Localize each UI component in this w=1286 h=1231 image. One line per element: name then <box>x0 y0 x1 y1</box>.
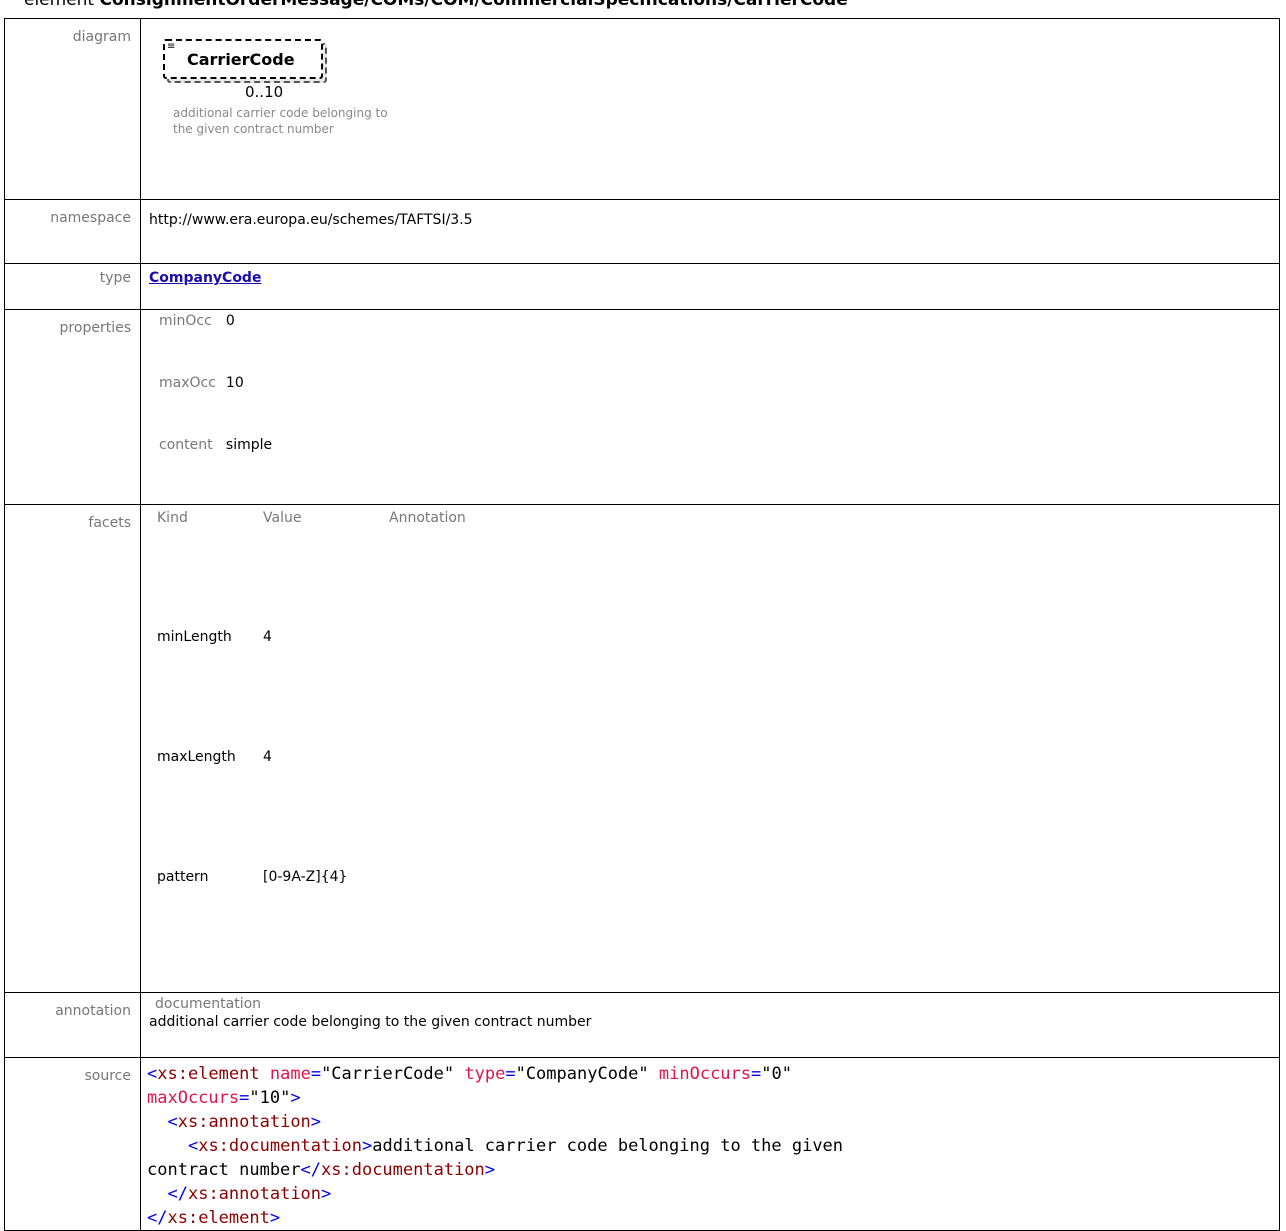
annotation-text: additional carrier code belonging to the… <box>149 1014 592 1030</box>
facets-table: Kind Value Annotation minLength 4 maxLeng… <box>157 507 482 986</box>
source-code: <xs:element name="CarrierCode" type="Com… <box>147 1062 1271 1230</box>
facet-kind: maxLength <box>157 749 236 765</box>
source-token: < <box>147 1064 158 1084</box>
facet-row: maxLength 4 <box>157 746 482 866</box>
source-token: xs:element <box>167 1208 270 1228</box>
facet-header-kind: Kind <box>157 510 188 526</box>
properties-table: diagram ≡ CarrierCode 0..10 additional c… <box>4 18 1280 1231</box>
facet-kind: pattern <box>157 869 209 885</box>
namespace-value: http://www.era.europa.eu/schemes/TAFTSI/… <box>140 199 1280 264</box>
source-token: = <box>505 1064 516 1084</box>
row-type: type CompanyCode <box>4 263 1280 310</box>
source-token: xs:annotation <box>187 1184 322 1204</box>
source-token: xs:documentation <box>321 1160 485 1180</box>
facet-row: minLength 4 <box>157 626 482 746</box>
source-token: xs:annotation <box>177 1112 311 1132</box>
source-token: > <box>310 1112 322 1132</box>
facet-value: 4 <box>263 629 272 645</box>
row-annotation: annotation documentation additional carr… <box>4 992 1280 1058</box>
source-token: name <box>269 1064 311 1084</box>
source-token: "0" <box>761 1064 792 1084</box>
facet-value: [0-9A-Z]{4} <box>263 869 348 885</box>
row-label: type <box>4 263 141 310</box>
type-link[interactable]: CompanyCode <box>149 270 261 286</box>
title-path: ConsignmentOrderMessage/COMs/COM/Commerc… <box>99 0 848 10</box>
diagram-element-name: CarrierCode <box>187 50 295 69</box>
element-grip-icon: ≡ <box>167 41 176 52</box>
row-label: source <box>4 1057 141 1231</box>
diagram-annotation: additional carrier code belonging to the… <box>173 106 388 136</box>
source-token: </ <box>147 1208 168 1228</box>
row-label: properties <box>4 309 141 505</box>
annotation-heading: documentation <box>155 996 262 1012</box>
source-token: xs:element <box>157 1064 260 1084</box>
source-token: contract number <box>147 1160 301 1180</box>
source-token: type <box>464 1064 506 1084</box>
title-prefix: element <box>24 0 95 10</box>
element-diagram: ≡ CarrierCode 0..10 additional carrier c… <box>149 25 409 185</box>
facet-header-annotation: Annotation <box>389 510 466 526</box>
row-label: namespace <box>4 199 141 264</box>
source-token: minOccurs <box>658 1064 752 1084</box>
source-token: xs:documentation <box>198 1136 362 1156</box>
facet-value: 4 <box>263 749 272 765</box>
source-token: = <box>239 1088 250 1108</box>
source-token: </ <box>167 1184 188 1204</box>
diagram-cell: ≡ CarrierCode 0..10 additional carrier c… <box>140 18 1280 200</box>
row-label: facets <box>4 504 141 993</box>
source-token: = <box>310 1064 322 1084</box>
source-token: additional carrier code belonging to the… <box>372 1136 844 1156</box>
source-token: = <box>751 1064 762 1084</box>
source-token: "CarrierCode" <box>321 1064 455 1084</box>
row-label: diagram <box>4 18 141 200</box>
facet-header-value: Value <box>263 510 302 526</box>
row-properties: properties minOcc 0 maxOcc 10 content simpl… <box>4 309 1280 505</box>
property-key: content <box>159 437 213 453</box>
facet-row: pattern [0-9A-Z]{4} <box>157 866 482 986</box>
facet-kind: minLength <box>157 629 232 645</box>
property-value: 10 <box>225 375 244 391</box>
source-token: < <box>187 1136 199 1156</box>
property-row: content simple <box>159 436 282 498</box>
property-row: maxOcc 10 <box>159 374 282 436</box>
property-value: simple <box>225 437 273 453</box>
property-row: minOcc 0 <box>159 312 282 374</box>
source-token: > <box>484 1160 496 1180</box>
page-title: element ConsignmentOrderMessage/COMs/COM… <box>24 0 848 10</box>
source-token: > <box>321 1184 332 1204</box>
diagram-multiplicity: 0..10 <box>245 83 284 101</box>
source-token: "CompanyCode" <box>515 1064 649 1084</box>
row-label: annotation <box>4 992 141 1058</box>
diagram-element-box[interactable]: ≡ CarrierCode <box>163 39 323 79</box>
row-facets: facets Kind Value Annotation minLength 4 … <box>4 504 1280 993</box>
row-source: source <xs:element name="CarrierCode" ty… <box>4 1057 1280 1231</box>
row-namespace: namespace http://www.era.europa.eu/schem… <box>4 199 1280 264</box>
property-value: 0 <box>225 313 235 329</box>
facets-header: Kind Value Annotation <box>157 507 482 626</box>
property-key: minOcc <box>159 313 212 329</box>
row-diagram: diagram ≡ CarrierCode 0..10 additional c… <box>4 18 1280 200</box>
source-token: < <box>167 1112 178 1132</box>
properties-list: minOcc 0 maxOcc 10 content simple <box>159 312 282 498</box>
source-token: > <box>290 1088 301 1108</box>
source-token: maxOccurs <box>147 1088 240 1108</box>
source-token: > <box>361 1136 373 1156</box>
source-token: "10" <box>249 1088 291 1108</box>
source-token: > <box>269 1208 281 1228</box>
source-token: </ <box>300 1160 322 1180</box>
property-key: maxOcc <box>159 375 216 391</box>
